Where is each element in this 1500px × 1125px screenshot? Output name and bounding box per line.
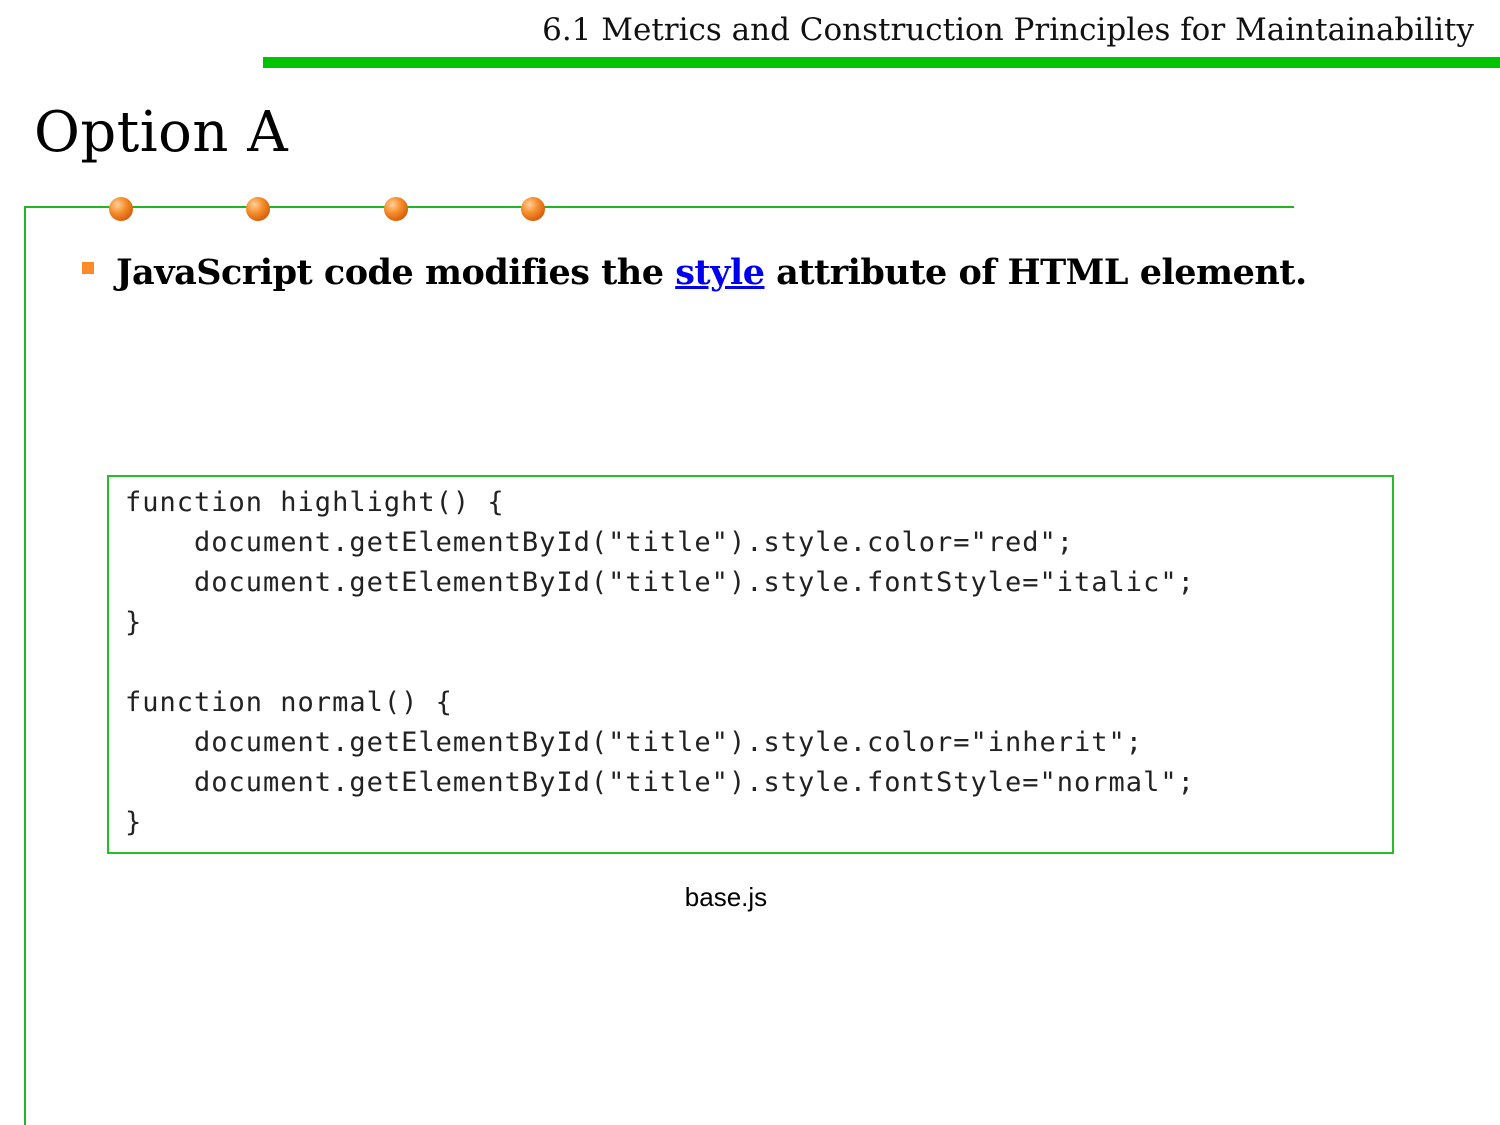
code-line: } xyxy=(125,607,143,638)
decorative-dot-2 xyxy=(246,197,270,221)
section-title: 6.1 Metrics and Construction Principles … xyxy=(542,12,1474,48)
code-block: function highlight() { document.getEleme… xyxy=(107,475,1394,854)
square-bullet-icon xyxy=(82,262,94,274)
code-line: function normal() { xyxy=(125,687,453,718)
frame-left-line xyxy=(24,206,26,1125)
style-link[interactable]: style xyxy=(675,252,765,293)
code-line: document.getElementById("title").style.c… xyxy=(125,727,1144,758)
decorative-dot-1 xyxy=(109,197,133,221)
code-line: document.getElementById("title").style.f… xyxy=(125,567,1195,598)
frame-top-line xyxy=(24,206,1294,208)
code-line: document.getElementById("title").style.c… xyxy=(125,527,1075,558)
bullet-text: JavaScript code modifies the style attri… xyxy=(116,252,1307,293)
bullet-text-before: JavaScript code modifies the xyxy=(116,252,676,293)
code-line: document.getElementById("title").style.f… xyxy=(125,767,1195,798)
bullet-text-after: attribute of HTML element. xyxy=(764,252,1307,293)
header-accent-bar xyxy=(263,57,1500,68)
slide-title: Option A xyxy=(34,100,289,165)
code-caption: base.js xyxy=(684,882,768,912)
decorative-dot-4 xyxy=(521,197,545,221)
decorative-dot-3 xyxy=(384,197,408,221)
code-line: } xyxy=(125,807,143,838)
code-line: function highlight() { xyxy=(125,487,505,518)
bullet-item: JavaScript code modifies the style attri… xyxy=(82,252,1460,293)
